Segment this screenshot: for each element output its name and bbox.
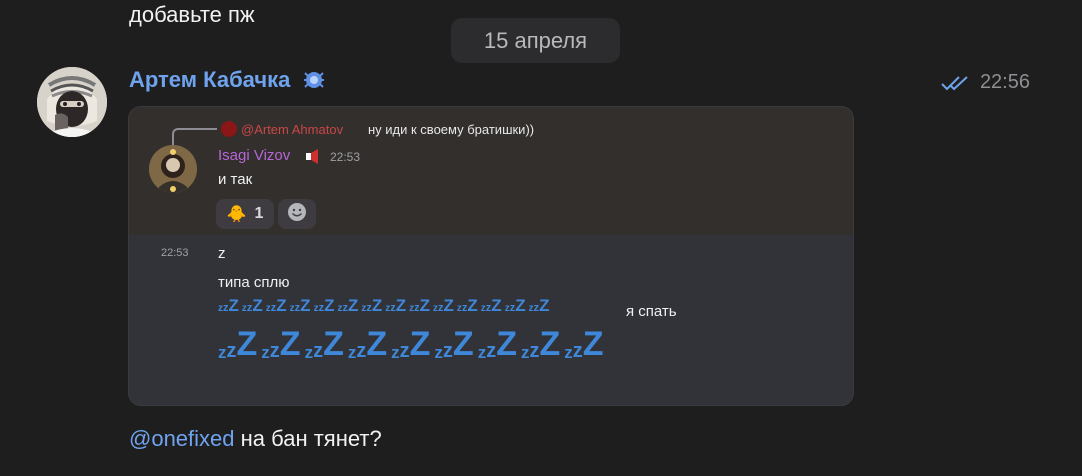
- sleeping-zzz-emoji: zzZ: [266, 297, 287, 314]
- zzz-letter: z: [356, 340, 367, 362]
- sleeping-zzz-emoji: zzZ: [348, 327, 387, 361]
- sleeping-zzz-emoji: zzZ: [218, 327, 257, 361]
- sleeping-zzz-emoji: zzZ: [242, 297, 263, 314]
- sleeping-zzz-emoji: zzZ: [564, 327, 603, 361]
- sleeping-zzz-emoji: zzZ: [433, 297, 454, 314]
- sleeping-zzz-emoji: zzZ: [521, 327, 560, 361]
- embedded-screenshot[interactable]: @Artem Ahmatov ну иди к своему братишки)…: [128, 106, 854, 406]
- zzz-letter: z: [529, 340, 540, 362]
- mention-link[interactable]: @onefixed: [129, 426, 235, 451]
- bottom-message: @onefixed на бан тянет?: [129, 426, 382, 452]
- zzz-letter: z: [564, 343, 573, 362]
- date-separator-label: 15 апреля: [483, 27, 588, 53]
- zzz-letter: Z: [539, 325, 561, 363]
- spider-icon: [300, 66, 328, 94]
- sleeping-zzz-emoji: zzZ: [337, 297, 358, 314]
- zzz-letter: z: [572, 340, 583, 362]
- inner-time: 22:53: [330, 150, 361, 164]
- sleeping-zzz-emoji: zzZ: [385, 297, 406, 314]
- smile-icon: [287, 202, 307, 227]
- bottom-message-text: на бан тянет?: [234, 426, 382, 451]
- sleep-label: я спать: [626, 303, 677, 320]
- sleeping-zzz-emoji: zzZ: [434, 327, 473, 361]
- reaction-button[interactable]: 🐥 1: [216, 199, 274, 229]
- zzz-letter: Z: [252, 296, 263, 315]
- zzz-letter: z: [261, 343, 270, 362]
- zzz-letter: Z: [395, 296, 407, 315]
- avatar-image: [37, 67, 107, 137]
- sleeping-zzz-emoji: zzZ: [305, 327, 344, 361]
- zzz-letter: z: [399, 340, 410, 362]
- zzz-letter: Z: [228, 296, 239, 315]
- sleeping-zzz-emoji: zzZ: [505, 297, 526, 314]
- reply-mention[interactable]: @Artem Ahmatov: [241, 122, 343, 137]
- zzz-letter: Z: [279, 325, 301, 363]
- sleeping-zzz-emoji: zzZ: [457, 297, 478, 314]
- followup-text-sleep: типа сплю: [218, 274, 290, 291]
- sleeping-zzz-emoji: zzZ: [218, 297, 239, 314]
- zzz-letter: z: [391, 343, 400, 362]
- date-separator: 15 апреля: [451, 18, 620, 63]
- zzz-letter: Z: [324, 296, 335, 315]
- double-check-icon: [940, 73, 974, 93]
- zzz-letter: Z: [539, 296, 550, 315]
- add-reaction-button[interactable]: [278, 199, 316, 229]
- sleeping-emoji-row-large: zzZzzZzzZzzZzzZzzZzzZzzZzzZ: [218, 327, 604, 361]
- sleeping-zzz-emoji: zzZ: [529, 297, 550, 314]
- reaction-count: 1: [254, 205, 264, 222]
- zzz-letter: z: [442, 340, 453, 362]
- sleeping-zzz-emoji: zzZ: [409, 297, 430, 314]
- sleeping-zzz-emoji: zzZ: [290, 297, 311, 314]
- inner-avatar: [149, 145, 197, 193]
- zzz-letter: Z: [347, 296, 359, 315]
- zzz-letter: z: [477, 343, 487, 362]
- zzz-letter: z: [226, 340, 237, 362]
- chick-emoji: 🐥: [226, 206, 247, 223]
- zzz-letter: Z: [515, 296, 526, 315]
- reply-avatar: [221, 121, 237, 137]
- zzz-letter: z: [218, 343, 227, 362]
- previous-message-text: добавьте пж: [129, 2, 255, 27]
- sleeping-emoji-row-small: zzZzzZzzZzzZzzZzzZzzZzzZzzZzzZzzZzzZzzZz…: [218, 297, 549, 314]
- message-meta: 22:56: [940, 71, 1030, 94]
- sender-name[interactable]: Артем Кабачка: [129, 67, 290, 93]
- sender-avatar[interactable]: [37, 67, 107, 137]
- followup-text-z: z: [218, 245, 226, 262]
- zzz-letter: Z: [496, 325, 517, 363]
- zzz-letter: z: [313, 340, 324, 362]
- inner-author[interactable]: Isagi Vizov: [218, 147, 290, 164]
- sleeping-zzz-emoji: zzZ: [478, 327, 517, 361]
- zzz-letter: z: [304, 343, 314, 362]
- zzz-letter: z: [269, 340, 280, 362]
- zzz-letter: Z: [452, 325, 474, 363]
- zzz-letter: Z: [582, 325, 604, 363]
- message-time: 22:56: [979, 71, 1030, 93]
- zzz-letter: z: [347, 343, 357, 362]
- sleeping-zzz-emoji: zzZ: [261, 327, 300, 361]
- zzz-letter: z: [434, 343, 443, 362]
- zzz-letter: z: [520, 343, 530, 362]
- zzz-letter: Z: [366, 325, 388, 363]
- inner-text: и так: [218, 171, 253, 188]
- megaphone-icon: [305, 148, 322, 165]
- sleeping-zzz-emoji: zzZ: [361, 297, 382, 314]
- sleeping-zzz-emoji: zzZ: [314, 297, 335, 314]
- zzz-letter: Z: [371, 296, 383, 315]
- zzz-letter: Z: [443, 296, 454, 315]
- zzz-letter: Z: [323, 325, 344, 363]
- zzz-letter: z: [486, 340, 497, 362]
- followup-time: 22:53: [161, 247, 189, 259]
- sleeping-zzz-emoji: zzZ: [391, 327, 430, 361]
- zzz-letter: Z: [467, 296, 478, 315]
- zzz-letter: Z: [419, 296, 431, 315]
- zzz-letter: Z: [300, 296, 311, 315]
- zzz-letter: Z: [409, 325, 431, 363]
- zzz-letter: Z: [276, 296, 287, 315]
- reply-text: ну иди к своему братишки)): [368, 122, 535, 137]
- zzz-letter: Z: [491, 296, 502, 315]
- sender-header: Артем Кабачка: [129, 66, 328, 94]
- zzz-letter: Z: [236, 325, 258, 363]
- sleeping-zzz-emoji: zzZ: [481, 297, 502, 314]
